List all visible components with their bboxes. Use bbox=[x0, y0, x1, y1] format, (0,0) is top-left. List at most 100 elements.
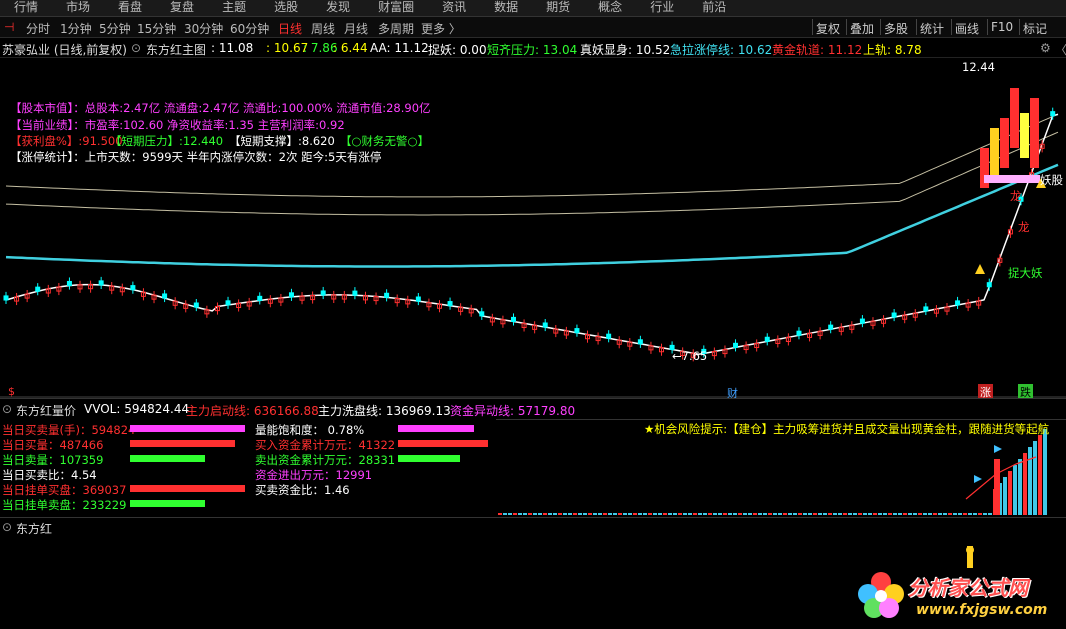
menu-item-13[interactable]: 前沿 bbox=[702, 0, 726, 14]
volume-bar bbox=[718, 513, 722, 515]
volume-bar bbox=[783, 513, 787, 515]
menu-item-9[interactable]: 数据 bbox=[494, 0, 518, 14]
fin-row-zhangting: 【涨停统计】：上市天数：9599天 半年内涨停次数：2次 距今:5天有涨停 bbox=[10, 150, 382, 164]
vol-indicator-name[interactable]: 东方红量价 bbox=[16, 402, 76, 419]
volume-bar bbox=[678, 513, 682, 515]
vol-mid-row-2: 卖出资金累计万元：28331 bbox=[255, 453, 396, 467]
menu-item-4[interactable]: 主题 bbox=[222, 0, 246, 14]
volume-bar bbox=[543, 513, 547, 515]
fin-row-zhicheng: 【短期支撑】:8.620 bbox=[229, 134, 335, 148]
volume-bar bbox=[533, 513, 537, 515]
volume-bar bbox=[938, 513, 942, 515]
volume-bar bbox=[788, 513, 792, 515]
stock-title[interactable]: 苏豪弘业 (日线,前复权) bbox=[2, 41, 127, 58]
menu-item-10[interactable]: 期货 bbox=[546, 0, 570, 14]
yaogu-bar-2 bbox=[1000, 118, 1009, 168]
period-tab-10[interactable]: 更多 〉 bbox=[421, 20, 461, 37]
volume-bar bbox=[668, 513, 672, 515]
volume-bar bbox=[948, 513, 952, 515]
yaogu-bar-1 bbox=[990, 128, 999, 178]
candle-body bbox=[479, 311, 485, 317]
volume-bar bbox=[968, 513, 972, 515]
menu-item-12[interactable]: 行业 bbox=[650, 0, 674, 14]
volume-bar bbox=[1023, 453, 1027, 515]
volume-bar bbox=[688, 513, 692, 515]
period-tab-3[interactable]: 15分钟 bbox=[137, 20, 176, 37]
menu-item-3[interactable]: 复盘 bbox=[170, 0, 194, 14]
period-tab-8[interactable]: 月线 bbox=[344, 20, 368, 37]
volume-bar bbox=[768, 513, 772, 515]
menu-item-6[interactable]: 发现 bbox=[326, 0, 350, 14]
settings-gear-icon[interactable]: ⚙ bbox=[1040, 41, 1051, 55]
period-tab-7[interactable]: 周线 bbox=[311, 20, 335, 37]
indicator-toggle-icon[interactable]: ⊙ bbox=[131, 41, 141, 55]
candle-body bbox=[320, 290, 326, 296]
menu-item-7[interactable]: 财富圈 bbox=[378, 0, 414, 14]
volume-bar bbox=[588, 513, 592, 515]
menu-item-8[interactable]: 资讯 bbox=[442, 0, 466, 14]
volume-bar bbox=[618, 513, 622, 515]
candle-body bbox=[986, 282, 992, 288]
volume-bar bbox=[623, 513, 627, 515]
volume-bar bbox=[573, 513, 577, 515]
collapse-icon[interactable]: 〈 bbox=[1055, 41, 1066, 58]
tool-button-5[interactable]: F10 bbox=[991, 20, 1013, 34]
candle-body bbox=[955, 300, 961, 306]
volume-bar bbox=[568, 513, 572, 515]
volume-bar bbox=[988, 513, 992, 515]
menu-item-1[interactable]: 市场 bbox=[66, 0, 90, 14]
df-indicator-name[interactable]: 东方红 bbox=[16, 520, 52, 537]
period-tab-5[interactable]: 60分钟 bbox=[230, 20, 269, 37]
candle-body bbox=[542, 322, 548, 328]
tool-button-0[interactable]: 复权 bbox=[816, 20, 840, 37]
volume-stats-panel: 当日买卖量(手)：594824 当日买量：487466 当日卖量：107359 当日买… bbox=[0, 419, 496, 515]
volume-bar bbox=[868, 513, 872, 515]
volume-bar bbox=[858, 513, 862, 515]
period-tab-9[interactable]: 多周期 bbox=[378, 20, 414, 37]
xipan-value: 主力洗盘线: 136969.13 bbox=[318, 404, 451, 418]
volume-bar bbox=[983, 513, 987, 515]
period-tab-6[interactable]: 日线 bbox=[278, 20, 302, 37]
dongfanghong-indicator-header: ⊙ 东方红 bbox=[0, 517, 1066, 538]
menu-item-5[interactable]: 选股 bbox=[274, 0, 298, 14]
vol-left-row-0: 当日买卖量(手)：594824 bbox=[2, 423, 136, 437]
flower-logo-icon bbox=[858, 572, 904, 618]
menu-item-0[interactable]: 行情 bbox=[14, 0, 38, 14]
zhuli-value: 主力启动线: 636166.88 bbox=[186, 404, 319, 418]
menu-item-2[interactable]: 看盘 bbox=[118, 0, 142, 14]
candle-body bbox=[384, 292, 390, 298]
df-toggle-icon[interactable]: ⊙ bbox=[2, 520, 12, 534]
period-tab-4[interactable]: 30分钟 bbox=[184, 20, 223, 37]
long-label-1: 龙 bbox=[1010, 189, 1022, 203]
candle-body bbox=[98, 280, 104, 286]
volume-bar bbox=[558, 513, 562, 515]
volume-bar bbox=[648, 513, 652, 515]
vol-toggle-icon[interactable]: ⊙ bbox=[2, 402, 12, 416]
volume-bar bbox=[743, 513, 747, 515]
value-4: : 6.44 bbox=[333, 41, 368, 55]
candle-body bbox=[828, 324, 834, 330]
volume-bar bbox=[628, 513, 632, 515]
period-tab-0[interactable]: 分时 bbox=[26, 20, 50, 37]
yaogu-label: 妖股 bbox=[1040, 173, 1063, 187]
indicator-name[interactable]: 东方红主图 bbox=[146, 41, 206, 58]
volume-bar bbox=[613, 513, 617, 515]
volume-bar bbox=[528, 513, 532, 515]
candle-body bbox=[574, 328, 580, 334]
tool-button-6[interactable]: 标记 bbox=[1023, 20, 1047, 37]
tool-button-3[interactable]: 统计 bbox=[920, 20, 944, 37]
volume-bar bbox=[973, 513, 977, 515]
menu-item-11[interactable]: 概念 bbox=[598, 0, 622, 14]
period-tab-1[interactable]: 1分钟 bbox=[60, 20, 92, 37]
volume-bar bbox=[928, 513, 932, 515]
volume-bar bbox=[633, 513, 637, 515]
long-label-2: 龙 bbox=[1018, 220, 1030, 234]
volume-bar bbox=[798, 513, 802, 515]
tool-button-2[interactable]: 多股 bbox=[884, 20, 908, 37]
vol-left-bar-0 bbox=[130, 425, 245, 432]
tool-button-1[interactable]: 叠加 bbox=[850, 20, 874, 37]
tool-button-4[interactable]: 画线 bbox=[955, 20, 979, 37]
period-tab-2[interactable]: 5分钟 bbox=[99, 20, 131, 37]
candle-body bbox=[733, 342, 739, 348]
volume-bar bbox=[808, 513, 812, 515]
